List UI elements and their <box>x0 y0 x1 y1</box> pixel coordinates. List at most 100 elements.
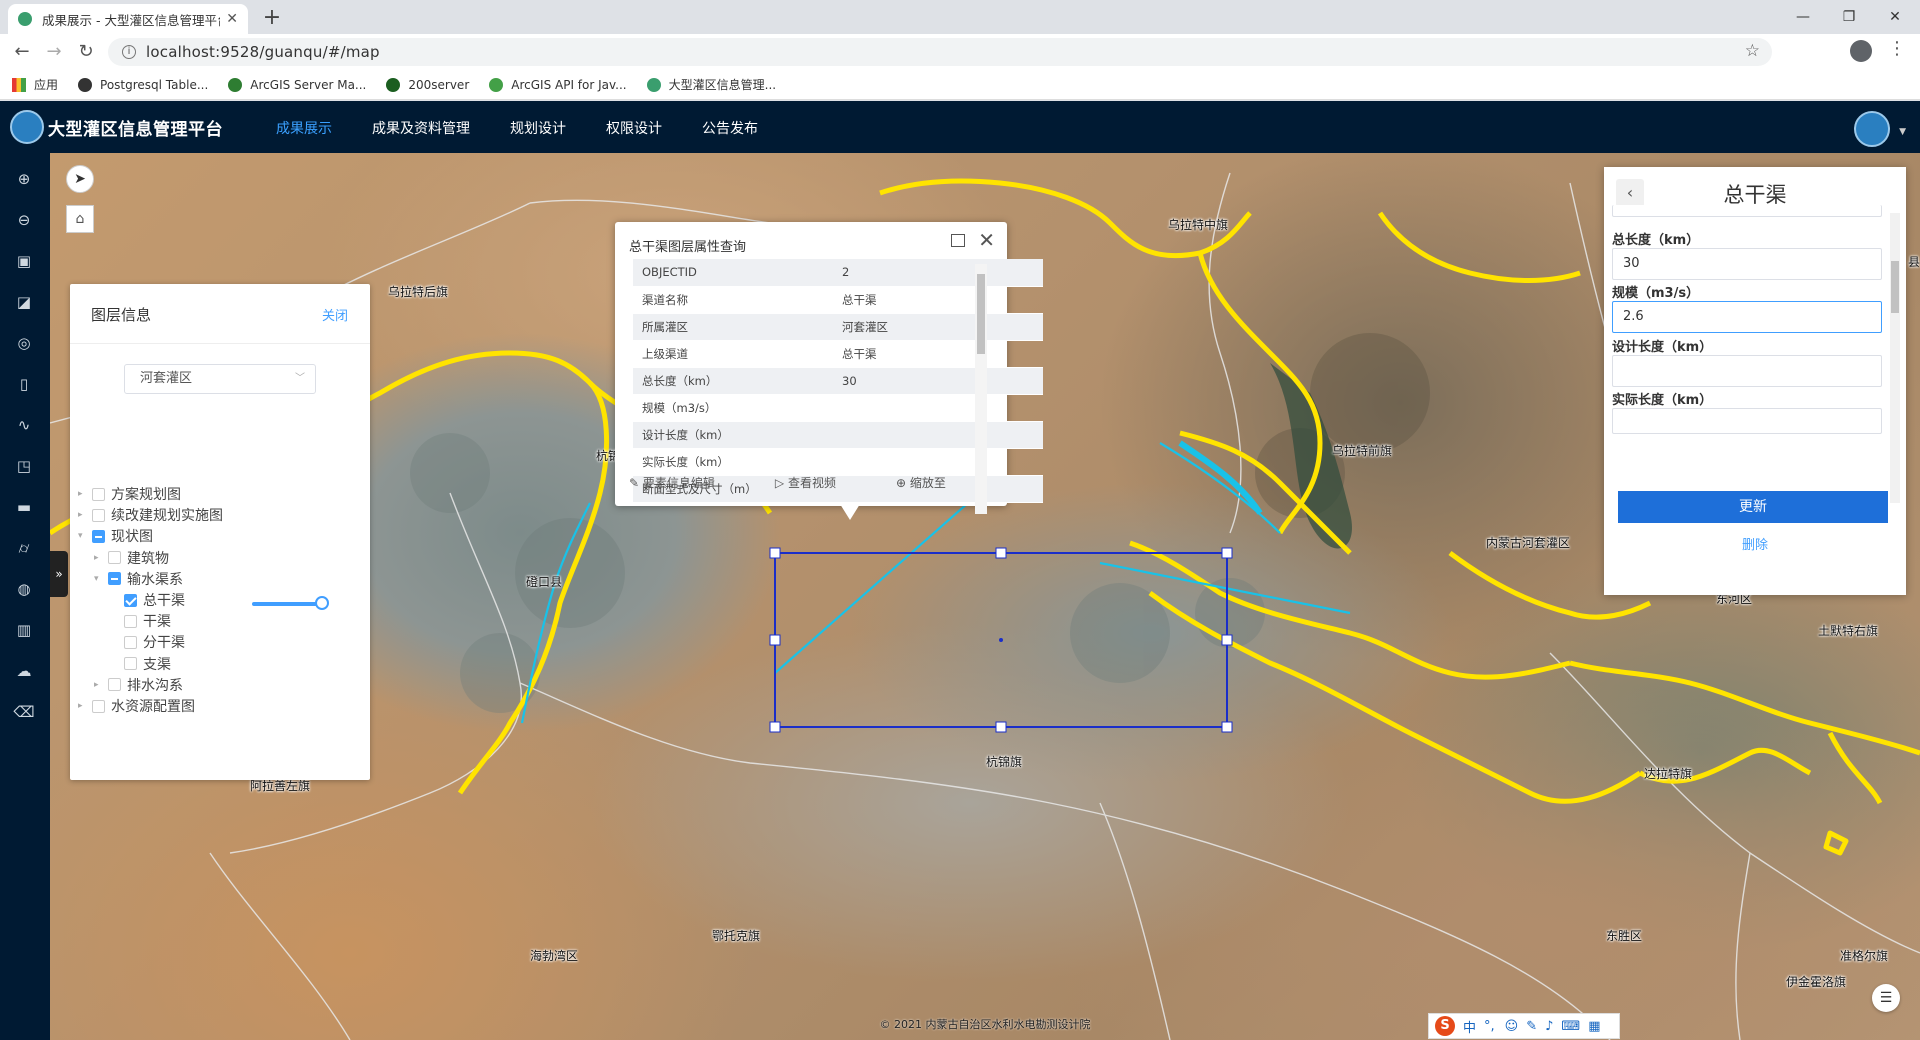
layer-checkbox[interactable] <box>92 508 105 522</box>
traffic-icon[interactable]: ⌭ <box>12 536 36 560</box>
edit-panel-scrollbar[interactable] <box>1890 213 1900 503</box>
user-avatar[interactable] <box>1854 111 1890 147</box>
caret-right-icon[interactable]: ▸ <box>78 510 92 520</box>
home-icon[interactable]: ⌂ <box>66 205 94 233</box>
caret-down-icon[interactable]: ▾ <box>78 531 92 541</box>
pen-icon[interactable]: ✎ <box>1526 1019 1537 1034</box>
layers-icon[interactable]: ▣ <box>12 249 36 273</box>
slider-handle[interactable] <box>315 596 329 610</box>
caret-right-icon[interactable]: ▸ <box>94 553 108 563</box>
restore-icon[interactable]: ❐ <box>1826 4 1872 30</box>
globe-icon[interactable]: ◎ <box>12 331 36 355</box>
keyboard-icon[interactable]: ⌨ <box>1561 1019 1580 1034</box>
layer-tree-item[interactable]: 干渠 <box>110 610 171 632</box>
browser-tab[interactable]: 成果展示 - 大型灌区信息管理平台 ✕ <box>8 4 248 34</box>
nav-results-materials[interactable]: 成果及资料管理 <box>372 118 470 138</box>
back-chevron-icon[interactable]: ‹ <box>1616 179 1644 207</box>
layer-tree-item[interactable]: ▸ 方案规划图 <box>78 483 181 505</box>
new-tab-icon[interactable]: + <box>258 4 286 32</box>
info-icon[interactable]: i <box>122 45 136 59</box>
layer-checkbox[interactable] <box>124 593 137 607</box>
bookmark-item[interactable]: 应用 <box>12 76 58 93</box>
caret-right-icon[interactable]: ▸ <box>78 701 92 711</box>
design-length-input[interactable] <box>1612 355 1882 387</box>
compass-icon[interactable]: ➤ <box>66 165 94 193</box>
scale-input[interactable]: 2.6 <box>1612 301 1882 333</box>
layer-tree-item[interactable]: ▾ 现状图 <box>78 525 153 547</box>
layer-tree-item[interactable]: ▸ 建筑物 <box>94 547 169 569</box>
bookmark-item[interactable]: ArcGIS API for Jav... <box>489 77 627 92</box>
annotation-icon[interactable]: ◳ <box>12 454 36 478</box>
ime-punct[interactable]: °, <box>1484 1019 1495 1034</box>
layer-checkbox[interactable] <box>108 572 121 586</box>
browser-menu-icon[interactable]: ⋮ <box>1888 38 1906 59</box>
layer-tree-item[interactable]: ▸ 排水沟系 <box>94 674 183 696</box>
opacity-slider[interactable] <box>252 596 329 610</box>
layer-tree-item[interactable]: ▾ 输水渠系 <box>94 568 183 590</box>
layer-tree-item[interactable]: 总干渠 <box>110 589 185 611</box>
ime-lang[interactable]: 中 <box>1463 1017 1476 1036</box>
close-tab-icon[interactable]: ✕ <box>226 11 238 27</box>
layer-tree-item[interactable]: ▸ 水资源配置图 <box>78 695 195 717</box>
caret-right-icon[interactable]: ▸ <box>94 680 108 690</box>
measure-icon[interactable]: ◪ <box>12 290 36 314</box>
zoom-out-icon[interactable]: ⊖ <box>12 208 36 232</box>
eraser-icon[interactable]: ⌫ <box>12 700 36 724</box>
total-length-input[interactable]: 30 <box>1612 248 1882 280</box>
maximize-icon[interactable] <box>951 234 965 247</box>
layer-checkbox[interactable] <box>124 635 137 649</box>
bookmark-item[interactable]: 200server <box>386 77 469 92</box>
nav-permission-design[interactable]: 权限设计 <box>606 118 662 138</box>
layer-checkbox[interactable] <box>108 678 121 692</box>
bookmark-star-icon[interactable]: ☆ <box>1745 41 1760 61</box>
close-icon[interactable]: ✕ <box>978 228 995 252</box>
browser-icon[interactable]: ◍ <box>12 577 36 601</box>
view-video-button[interactable]: ▷ 查看视频 <box>775 474 866 491</box>
reload-icon[interactable]: ↻ <box>72 40 100 64</box>
chevron-down-icon[interactable]: ▼ <box>1899 127 1906 137</box>
delete-button[interactable]: 删除 <box>1604 534 1906 553</box>
ime-toolbar[interactable]: S 中 °, ☺ ✎ ♪ ⌨ ▦ <box>1428 1013 1620 1039</box>
layer-checkbox[interactable] <box>92 487 105 501</box>
bookmark-item[interactable]: 大型灌区信息管理... <box>646 76 776 93</box>
caret-down-icon[interactable]: ▾ <box>94 574 108 584</box>
emoji-icon[interactable]: ☺ <box>1505 1019 1519 1034</box>
nav-results-display[interactable]: 成果展示 <box>276 118 332 138</box>
zoom-to-button[interactable]: ⊕ 缩放至 <box>896 474 976 491</box>
layer-tree-item[interactable]: 支渠 <box>110 653 171 675</box>
back-icon[interactable]: ← <box>8 40 36 64</box>
minimize-icon[interactable]: — <box>1780 4 1826 30</box>
road-icon[interactable]: ▬ <box>12 495 36 519</box>
bar-chart-icon[interactable]: ▥ <box>12 618 36 642</box>
layer-checkbox[interactable] <box>92 699 105 713</box>
caret-right-icon[interactable]: ▸ <box>78 489 92 499</box>
url-input[interactable]: i localhost:9528/guanqu/#/map ☆ <box>108 38 1772 66</box>
edit-feature-button[interactable]: ✎ 要素信息编辑 <box>629 474 745 491</box>
apps-grid-icon[interactable]: ▦ <box>1588 1019 1600 1034</box>
nav-planning-design[interactable]: 规划设计 <box>510 118 566 138</box>
zoom-in-icon[interactable]: ⊕ <box>12 167 36 191</box>
layer-checkbox[interactable] <box>124 614 137 628</box>
layer-checkbox[interactable] <box>92 529 105 543</box>
layer-checkbox[interactable] <box>124 657 137 671</box>
list-icon[interactable]: ☰ <box>1872 984 1900 1012</box>
line-chart-icon[interactable]: ∿ <box>12 413 36 437</box>
forward-icon[interactable]: → <box>40 40 68 64</box>
bookmark-item[interactable]: ArcGIS Server Ma... <box>228 77 366 92</box>
location-icon[interactable]: ▯ <box>12 372 36 396</box>
update-button[interactable]: 更新 <box>1618 491 1888 523</box>
nav-announcement[interactable]: 公告发布 <box>702 118 758 138</box>
previous-field-input[interactable] <box>1612 205 1882 217</box>
layer-tree-item[interactable]: ▸ 续改建规划实施图 <box>78 504 223 526</box>
actual-length-input[interactable] <box>1612 408 1882 434</box>
layer-tree-item[interactable]: 分干渠 <box>110 631 185 653</box>
bookmark-item[interactable]: Postgresql Table... <box>78 77 208 92</box>
close-layer-panel-link[interactable]: 关闭 <box>322 305 348 324</box>
layer-checkbox[interactable] <box>108 551 121 565</box>
upload-icon[interactable]: ☁ <box>12 659 36 683</box>
mic-icon[interactable]: ♪ <box>1545 1019 1553 1034</box>
account-icon[interactable] <box>1850 40 1872 62</box>
expand-panel-icon[interactable]: » <box>50 551 68 597</box>
irrigation-district-select[interactable]: 河套灌区 ﹀ <box>124 364 316 394</box>
close-window-icon[interactable]: ✕ <box>1872 4 1918 30</box>
